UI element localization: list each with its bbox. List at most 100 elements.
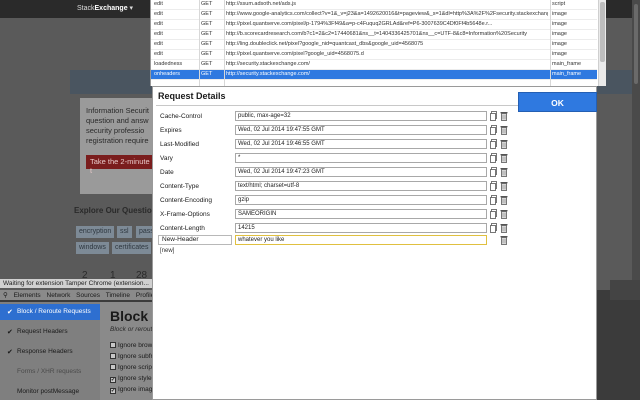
- new-header-value-input[interactable]: whatever you like: [235, 235, 487, 245]
- copy-icon[interactable]: [490, 209, 497, 219]
- header-value-input[interactable]: 14215: [235, 223, 487, 233]
- tab-timeline[interactable]: Timeline: [106, 292, 130, 299]
- tag[interactable]: certificates: [112, 242, 152, 254]
- checkbox[interactable]: ✔: [110, 388, 116, 394]
- request-url: http://b.scorecardresearch.com/b?c1=2&c2…: [226, 31, 528, 37]
- header-row: Last-Modified Wed, 02 Jul 2014 19:46:55 …: [153, 138, 598, 152]
- page-scrollbar-thumb[interactable]: [634, 4, 638, 84]
- option-ignore-script[interactable]: Ignore scrip: [110, 364, 152, 371]
- request-row[interactable]: edit GET http://ssum.adsoth.net/ads.js s…: [151, 0, 597, 10]
- ok-button[interactable]: OK: [518, 92, 597, 112]
- copy-icon[interactable]: [490, 223, 497, 233]
- request-row[interactable]: edit GET http://b.scorecardresearch.com/…: [151, 30, 597, 40]
- request-method: GET: [201, 61, 213, 67]
- header-value-input[interactable]: gzip: [235, 195, 487, 205]
- header-value-input[interactable]: SAMEORIGIN: [235, 209, 487, 219]
- option-label: Ignore brow: [118, 342, 153, 349]
- header-value-input[interactable]: Wed, 02 Jul 2014 19:47:55 GMT: [235, 125, 487, 135]
- header-row: Content-Type text/html; charset=utf-8: [153, 180, 598, 194]
- option-ignore-style[interactable]: ✔ Ignore style: [110, 375, 152, 383]
- request-row[interactable]: edit GET http://ling.doubleclick.net/pix…: [151, 40, 597, 50]
- request-method: GET: [201, 21, 213, 27]
- checkbox[interactable]: [110, 353, 116, 359]
- checkbox[interactable]: [110, 364, 116, 370]
- request-type: edit: [154, 31, 163, 37]
- tab-network[interactable]: Network: [47, 292, 71, 299]
- sidebar-item-monitor-postmessage[interactable]: Monitor postMessage: [0, 384, 100, 400]
- request-list: edit GET http://ssum.adsoth.net/ads.js s…: [150, 0, 598, 86]
- tour-button[interactable]: Take the 2-minute t: [86, 155, 156, 175]
- copy-icon[interactable]: [490, 181, 497, 191]
- header-name: Date: [160, 169, 174, 176]
- request-details-dialog: Request Details Cache-Control public, ma…: [152, 86, 597, 400]
- option-ignore-subframe[interactable]: Ignore subfr: [110, 353, 153, 360]
- tab-sources[interactable]: Sources: [76, 292, 100, 299]
- copy-icon[interactable]: [490, 167, 497, 177]
- tag[interactable]: encryption: [76, 226, 115, 238]
- request-list-scrollbar[interactable]: [598, 0, 606, 86]
- tag[interactable]: windows: [76, 242, 109, 254]
- site-logo[interactable]: StackExchange ▾: [77, 4, 133, 12]
- trash-icon[interactable]: [500, 181, 508, 191]
- request-url: http://security.stackexchange.com/: [226, 61, 310, 67]
- checkbox[interactable]: [110, 342, 116, 348]
- header-value-input[interactable]: Wed, 02 Jul 2014 19:46:55 GMT: [235, 139, 487, 149]
- copy-icon[interactable]: [490, 111, 497, 121]
- option-label: Ignore subfr: [118, 353, 153, 360]
- copy-icon[interactable]: [490, 195, 497, 205]
- request-row[interactable]: edit GET http://pixel.quantserve.com/pix…: [151, 20, 597, 30]
- sidebar-item-forms-xhr[interactable]: Forms / XHR requests: [0, 364, 100, 380]
- header-name: Cache-Control: [160, 113, 202, 120]
- request-url: http://security.stackexchange.com/: [226, 71, 310, 77]
- request-method: GET: [201, 1, 213, 7]
- request-row[interactable]: edit GET http://pixel.quantserve.com/pix…: [151, 50, 597, 60]
- request-list-scrollbar-thumb[interactable]: [600, 2, 605, 62]
- request-url: http://www.google-analytics.com/collect?…: [226, 11, 548, 17]
- option-ignore-image[interactable]: ✔ Ignore imag: [110, 386, 152, 394]
- header-value-input[interactable]: *: [235, 153, 487, 163]
- page-scrollbar[interactable]: [632, 0, 640, 290]
- new-header-name-input[interactable]: New-Header: [158, 235, 232, 245]
- request-url: http://ling.doubleclick.net/pixel?google…: [226, 41, 424, 47]
- request-kind: image: [552, 11, 567, 17]
- trash-icon[interactable]: [500, 209, 508, 219]
- sidebar-item-label: Monitor postMessage: [17, 388, 80, 395]
- request-method: GET: [201, 71, 213, 77]
- trash-icon[interactable]: [500, 125, 508, 135]
- sidebar-item-label: Response Headers: [17, 348, 73, 355]
- devtools-corner: [610, 280, 640, 300]
- trash-icon[interactable]: [500, 235, 508, 245]
- request-row[interactable]: edit GET http://www.google-analytics.com…: [151, 10, 597, 20]
- header-value-input[interactable]: text/html; charset=utf-8: [235, 181, 487, 191]
- trash-icon[interactable]: [500, 153, 508, 163]
- add-new-header-link[interactable]: [new]: [160, 248, 174, 254]
- tag[interactable]: ssl: [117, 226, 132, 238]
- tab-elements[interactable]: Elements: [14, 292, 41, 299]
- trash-icon[interactable]: [500, 195, 508, 205]
- sidebar-item-label: Request Headers: [17, 328, 68, 335]
- checkbox[interactable]: ✔: [110, 377, 116, 383]
- header-value-input[interactable]: public, max-age=32: [235, 111, 487, 121]
- trash-icon[interactable]: [500, 139, 508, 149]
- option-ignore-browser[interactable]: Ignore brow: [110, 342, 152, 349]
- request-url: http://ssum.adsoth.net/ads.js: [226, 1, 297, 7]
- header-value-input[interactable]: Wed, 02 Jul 2014 19:47:23 GMT: [235, 167, 487, 177]
- trash-icon[interactable]: [500, 223, 508, 233]
- request-kind: image: [552, 51, 567, 57]
- inspect-icon[interactable]: ⚲: [3, 292, 8, 299]
- sidebar-item-block-reroute[interactable]: ✔ Block / Reroute Requests: [0, 304, 100, 320]
- option-label: Ignore scrip: [118, 364, 152, 371]
- sidebar-item-request-headers[interactable]: ✔ Request Headers: [0, 324, 100, 340]
- request-row-selected[interactable]: onheaders GET http://security.stackexcha…: [151, 70, 597, 80]
- trash-icon[interactable]: [500, 111, 508, 121]
- promo-card: Information Securit question and answ se…: [80, 98, 155, 194]
- trash-icon[interactable]: [500, 167, 508, 177]
- copy-icon[interactable]: [490, 139, 497, 149]
- request-url: http://pixel.quantserve.com/pixel?google…: [226, 51, 364, 57]
- sidebar-item-response-headers[interactable]: ✔ Response Headers: [0, 344, 100, 360]
- request-type: onheaders: [154, 71, 180, 77]
- request-row[interactable]: loadedness GET http://security.stackexch…: [151, 60, 597, 70]
- copy-icon[interactable]: [490, 153, 497, 163]
- copy-icon[interactable]: [490, 125, 497, 135]
- request-kind: image: [552, 21, 567, 27]
